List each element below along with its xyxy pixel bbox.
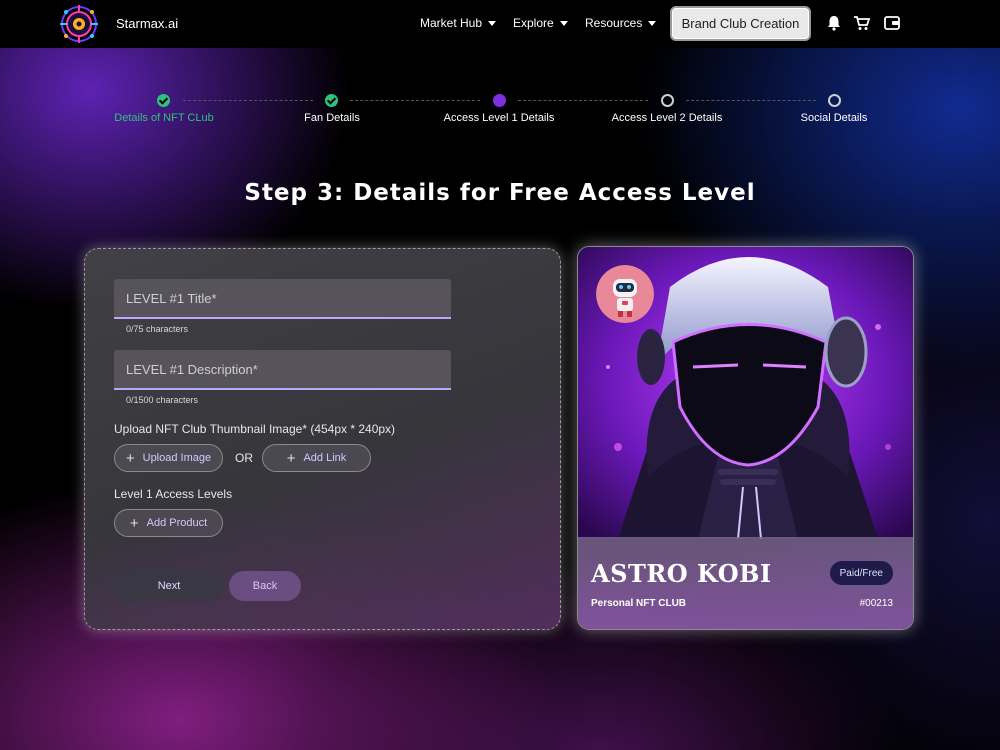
step-5-dot[interactable] <box>828 94 841 107</box>
chevron-down-icon <box>559 20 568 26</box>
top-navbar: Starmax.ai Market Hub Explore Resources … <box>0 0 1000 48</box>
starmax-logo-icon[interactable] <box>58 4 100 44</box>
add-link-button[interactable]: + Add Link <box>262 444 371 472</box>
description-char-counter: 0/1500 characters <box>126 395 199 405</box>
upload-image-label: Upload Image <box>142 452 212 464</box>
step-1-check-icon[interactable] <box>157 94 170 107</box>
club-info-panel: ASTRO KOBI Paid/Free Personal NFT CLUB #… <box>578 537 913 629</box>
step-3-active-dot[interactable] <box>493 94 506 107</box>
chevron-down-icon <box>488 20 497 26</box>
wallet-icon[interactable] <box>883 14 901 32</box>
step-4-dot[interactable] <box>661 94 674 107</box>
club-name: ASTRO KOBI <box>591 559 772 588</box>
upload-thumbnail-label: Upload NFT Club Thumbnail Image* (454px … <box>114 422 396 436</box>
or-separator: OR <box>235 451 253 465</box>
plus-icon: + <box>286 449 296 467</box>
step-2-check-icon[interactable] <box>325 94 338 107</box>
add-product-label: Add Product <box>146 517 208 529</box>
step-label-access-level-2[interactable]: Access Level 2 Details <box>612 112 723 124</box>
nav-label: Market Hub <box>420 16 483 30</box>
page-title: Step 3: Details for Free Access Level <box>244 180 756 206</box>
cart-icon[interactable] <box>853 14 871 32</box>
brand-club-creation-button[interactable]: Brand Club Creation <box>670 6 811 41</box>
nav-label: Resources <box>585 16 643 30</box>
plus-icon: + <box>125 449 135 467</box>
level-title-input[interactable] <box>114 279 451 317</box>
nav-resources[interactable]: Resources <box>585 16 657 30</box>
level-form-card: 0/75 characters 0/1500 characters Upload… <box>84 248 561 630</box>
upload-image-button[interactable]: + Upload Image <box>114 444 223 472</box>
nav-market-hub[interactable]: Market Hub <box>420 16 497 30</box>
brand-name[interactable]: Starmax.ai <box>116 16 178 31</box>
progress-stepper: Details of NFT CLub Fan Details Access L… <box>0 92 1000 132</box>
add-link-label: Add Link <box>303 452 347 464</box>
chevron-down-icon <box>648 20 657 26</box>
bell-icon[interactable] <box>825 14 843 32</box>
step-label-fan-details[interactable]: Fan Details <box>304 112 360 124</box>
next-button[interactable]: Next <box>114 571 224 601</box>
nav-explore[interactable]: Explore <box>513 16 568 30</box>
title-char-counter: 0/75 characters <box>126 324 189 334</box>
club-id: #00213 <box>859 598 893 609</box>
access-levels-label: Level 1 Access Levels <box>114 487 233 501</box>
step-connector <box>686 100 816 101</box>
step-connector <box>183 100 313 101</box>
back-button[interactable]: Back <box>229 571 301 601</box>
level-description-input[interactable] <box>114 350 451 388</box>
step-label-details-of-nft-club[interactable]: Details of NFT CLub <box>114 112 213 124</box>
plus-icon: + <box>129 514 139 532</box>
club-subtitle: Personal NFT CLUB <box>591 598 687 609</box>
step-label-social-details[interactable]: Social Details <box>801 112 868 124</box>
level-description-field[interactable] <box>114 350 451 390</box>
level-title-field[interactable] <box>114 279 451 319</box>
nft-club-preview-card[interactable]: ASTRO KOBI Paid/Free Personal NFT CLUB #… <box>577 246 914 630</box>
access-type-badge: Paid/Free <box>829 561 893 585</box>
club-avatar-robot-icon <box>596 265 654 323</box>
step-connector <box>518 100 648 101</box>
add-product-button[interactable]: + Add Product <box>114 509 223 537</box>
step-connector <box>350 100 480 101</box>
nav-label: Explore <box>513 16 554 30</box>
step-label-access-level-1[interactable]: Access Level 1 Details <box>444 112 555 124</box>
